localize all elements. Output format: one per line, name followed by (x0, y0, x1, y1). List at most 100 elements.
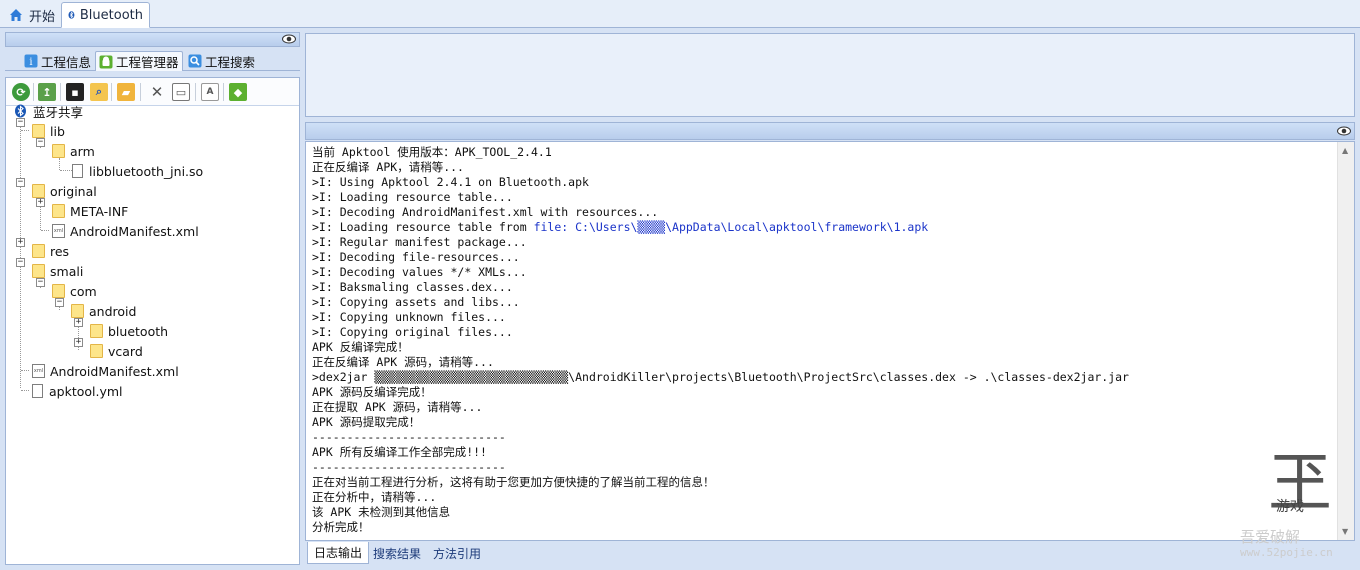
tab-home[interactable]: 开始 (2, 2, 61, 28)
delete-icon[interactable]: ✕ (148, 83, 166, 101)
tree-item-apktool-yml[interactable]: apktool.yml (32, 382, 123, 400)
tree-item-label: bluetooth (108, 323, 169, 339)
terminal-icon[interactable]: ▪ (66, 83, 84, 101)
toolbar-separator (111, 83, 112, 101)
log-line: >dex2jar ▒▒▒▒▒▒▒▒▒▒▒▒▒▒▒▒▒▒▒▒▒▒▒▒▒▒▒▒\An… (312, 370, 1129, 385)
tab-project-info[interactable]: i 工程信息 (21, 51, 94, 71)
find-file-icon[interactable]: ⌕ (90, 83, 108, 101)
collapse-toggle[interactable]: − (55, 298, 64, 307)
watermark: 玊 游戏 吾爱破解 www.52pojie.cn (1240, 452, 1358, 568)
expand-toggle[interactable]: + (74, 338, 83, 347)
export-icon[interactable]: ↥ (38, 83, 56, 101)
tab-method-references[interactable]: 方法引用 (427, 542, 487, 564)
refresh-icon[interactable]: ⟳ (12, 83, 30, 101)
project-panel: i 工程信息 工程管理器 工程搜索 ⟳ ↥ ▪ ⌕ ▰ ✕ ▭ A ◆ 蓝牙共享… (5, 32, 300, 565)
expand-toggle[interactable]: + (74, 318, 83, 327)
log-line: 当前 Apktool 使用版本：APK_TOOL_2.4.1 (312, 145, 552, 159)
tree-item-label: apktool.yml (49, 383, 123, 399)
tree-connector (60, 170, 72, 171)
log-line: APK 源码提取完成！ (312, 415, 421, 429)
eye-icon[interactable] (282, 34, 296, 44)
tab-project-info-label: 工程信息 (41, 54, 92, 70)
log-line: 正在提取 APK 源码，请稍等... (312, 400, 483, 414)
tab-bluetooth-label: Bluetooth (79, 7, 143, 23)
collapse-toggle[interactable]: − (36, 138, 45, 147)
expand-toggle[interactable]: + (36, 198, 45, 207)
toolbar-separator (195, 83, 196, 101)
project-tree: 蓝牙共享 − lib − arm libbluetooth_jni.so − o… (6, 104, 299, 563)
tree-root-label: 蓝牙共享 (33, 104, 84, 120)
log-panel-caption (305, 122, 1355, 140)
rename-icon[interactable]: ▭ (172, 83, 190, 101)
folder-icon (90, 344, 103, 358)
log-line: ---------------------------- (312, 430, 506, 444)
log-line: >I: Decoding values */* XMLs... (312, 265, 527, 279)
collapse-toggle[interactable]: − (36, 278, 45, 287)
log-line: >I: Copying original files... (312, 325, 513, 339)
log-line: ---------------------------- (312, 460, 506, 474)
log-line: 正在反编译 APK，请稍等... (312, 160, 464, 174)
log-line: >I: Loading resource table from file: C:… (312, 220, 1129, 235)
tree-item-label: smali (50, 263, 84, 279)
svg-text:i: i (29, 57, 32, 68)
toolbar-separator (60, 83, 61, 101)
tree-item-manifest[interactable]: xml AndroidManifest.xml (32, 362, 179, 380)
folder-icon (32, 184, 45, 198)
tab-project-manager-label: 工程管理器 (116, 55, 179, 70)
toolbar-separator (140, 83, 141, 101)
tab-bluetooth[interactable]: Bluetooth (61, 2, 150, 28)
tree-connector (21, 370, 29, 371)
log-output[interactable]: 当前 Apktool 使用版本：APK_TOOL_2.4.1 正在反编译 APK… (305, 141, 1355, 541)
project-panel-caption (5, 32, 300, 47)
tree-item-label: android (89, 303, 137, 319)
document-tab-bar: 开始 Bluetooth (0, 0, 1360, 28)
folder-icon (71, 304, 84, 318)
folder-icon (52, 144, 65, 158)
tree-item-res[interactable]: res (32, 242, 69, 260)
framework-file-link[interactable]: file: C:\Users\▒▒▒▒\AppData\Local\apktoo… (534, 220, 929, 234)
tab-project-search[interactable]: 工程搜索 (185, 51, 258, 71)
text-icon[interactable]: A (201, 83, 219, 101)
collapse-toggle[interactable]: − (16, 178, 25, 187)
tree-item-bluetooth[interactable]: bluetooth (90, 322, 168, 340)
log-line: >I: Using Apktool 2.4.1 on Bluetooth.apk (312, 175, 589, 189)
tree-item-label: original (50, 183, 97, 199)
collapse-toggle[interactable]: − (16, 258, 25, 267)
eye-icon[interactable] (1337, 126, 1351, 136)
folder-icon (52, 204, 65, 218)
folder-icon (90, 324, 103, 338)
toolbar-separator (33, 83, 34, 101)
tree-item-label: arm (70, 143, 95, 159)
log-line: 该 APK 未检测到其他信息 (312, 505, 451, 519)
android-build-icon[interactable]: ◆ (229, 83, 247, 101)
tab-search-results[interactable]: 搜索结果 (367, 542, 427, 564)
log-line: >I: Loading resource table... (312, 190, 513, 204)
tab-project-manager[interactable]: 工程管理器 (95, 51, 183, 71)
tree-item-so-file[interactable]: libbluetooth_jni.so (72, 162, 203, 180)
toolbar-separator (223, 83, 224, 101)
tab-log-output[interactable]: 日志输出 (307, 542, 370, 564)
search-icon (188, 54, 202, 68)
tree-item-label: META-INF (70, 203, 129, 219)
tree-connector (20, 120, 21, 388)
folder-icon (32, 244, 45, 258)
log-line: >I: Decoding AndroidManifest.xml with re… (312, 205, 659, 219)
folder-icon (32, 264, 45, 278)
scroll-up-arrow-icon[interactable]: ▲ (1342, 146, 1348, 155)
open-folder-icon[interactable]: ▰ (117, 83, 135, 101)
watermark-site-url: www.52pojie.cn (1240, 546, 1333, 559)
collapse-toggle[interactable]: − (16, 118, 25, 127)
tree-item-label: AndroidManifest.xml (70, 223, 199, 239)
expand-toggle[interactable]: + (16, 238, 25, 247)
tree-item-arm[interactable]: arm (52, 142, 95, 160)
tree-item-original-manifest[interactable]: xml AndroidManifest.xml (52, 222, 199, 240)
tree-item-meta-inf[interactable]: META-INF (52, 202, 128, 220)
tree-item-vcard[interactable]: vcard (90, 342, 143, 360)
tree-connector (41, 230, 49, 231)
log-line: 分析完成！ (312, 520, 370, 534)
tree-item-label: AndroidManifest.xml (50, 363, 179, 379)
tree-item-label: lib (50, 123, 65, 139)
file-icon (72, 164, 83, 178)
tree-item-label: com (70, 283, 97, 299)
log-line: 正在反编译 APK 源码，请稍等... (312, 355, 494, 369)
